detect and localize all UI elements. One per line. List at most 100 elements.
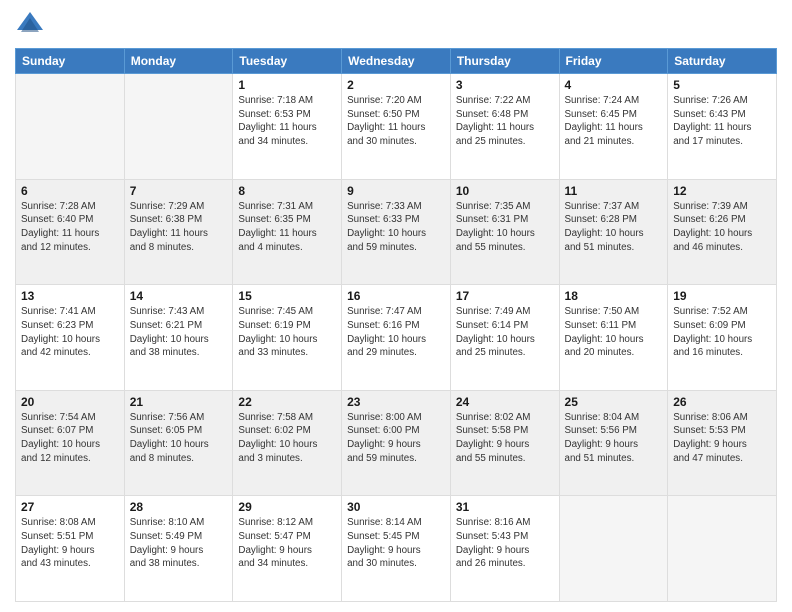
table-row: 19Sunrise: 7:52 AM Sunset: 6:09 PM Dayli…: [668, 285, 777, 391]
day-info: Sunrise: 7:50 AM Sunset: 6:11 PM Dayligh…: [565, 305, 663, 360]
calendar-week-4: 20 Sunrise: 7:54 AM Sunset: 6:07 PM Dayli…: [16, 390, 777, 496]
day-info: Sunrise: 7:24 AM Sunset: 6:45 PM Dayligh…: [565, 94, 663, 149]
table-row: 4 Sunrise: 7:24 AM Sunset: 6:45 PM Daylig…: [559, 74, 668, 180]
day-number: 20: [21, 395, 119, 409]
calendar-week-5: 27 Sunrise: 8:08 AM Sunset: 5:51 PM Dayli…: [16, 496, 777, 602]
day-info: Sunrise: 7:49 AM Sunset: 6:14 PM Dayligh…: [456, 305, 554, 360]
day-info: Sunrise: 7:22 AM Sunset: 6:48 PM Dayligh…: [456, 94, 554, 149]
day-info: Sunrise: 7:54 AM Sunset: 6:07 PM Dayligh…: [21, 411, 119, 466]
day-header-saturday: Saturday: [668, 49, 777, 74]
day-info: Sunrise: 7:37 AM Sunset: 6:28 PM Dayligh…: [565, 200, 663, 255]
day-header-sunday: Sunday: [16, 49, 125, 74]
day-header-monday: Monday: [124, 49, 233, 74]
table-row: 12Sunrise: 7:39 AM Sunset: 6:26 PM Dayli…: [668, 179, 777, 285]
table-row: 25 Sunrise: 8:04 AM Sunset: 5:56 PM Dayli…: [559, 390, 668, 496]
table-row: 30 Sunrise: 8:14 AM Sunset: 5:45 PM Dayli…: [342, 496, 451, 602]
table-row: [559, 496, 668, 602]
table-row: 10Sunrise: 7:35 AM Sunset: 6:31 PM Dayli…: [450, 179, 559, 285]
day-number: 28: [130, 500, 228, 514]
table-row: 5Sunrise: 7:26 AM Sunset: 6:43 PM Daylig…: [668, 74, 777, 180]
day-info: Sunrise: 7:31 AM Sunset: 6:35 PM Dayligh…: [238, 200, 336, 255]
table-row: 18 Sunrise: 7:50 AM Sunset: 6:11 PM Dayli…: [559, 285, 668, 391]
day-number: 6: [21, 184, 119, 198]
day-info: Sunrise: 8:02 AM Sunset: 5:58 PM Dayligh…: [456, 411, 554, 466]
day-header-tuesday: Tuesday: [233, 49, 342, 74]
table-row: 8 Sunrise: 7:31 AM Sunset: 6:35 PM Daylig…: [233, 179, 342, 285]
day-info: Sunrise: 7:41 AM Sunset: 6:23 PM Dayligh…: [21, 305, 119, 360]
day-info: Sunrise: 8:08 AM Sunset: 5:51 PM Dayligh…: [21, 516, 119, 571]
table-row: 21Sunrise: 7:56 AM Sunset: 6:05 PM Dayli…: [124, 390, 233, 496]
table-row: 2Sunrise: 7:20 AM Sunset: 6:50 PM Daylig…: [342, 74, 451, 180]
calendar-week-2: 6Sunrise: 7:28 AM Sunset: 6:40 PM Daylig…: [16, 179, 777, 285]
table-row: 16 Sunrise: 7:47 AM Sunset: 6:16 PM Dayli…: [342, 285, 451, 391]
day-info: Sunrise: 7:56 AM Sunset: 6:05 PM Dayligh…: [130, 411, 228, 466]
header: [15, 10, 777, 40]
day-number: 17: [456, 289, 554, 303]
day-number: 22: [238, 395, 336, 409]
table-row: 31 Sunrise: 8:16 AM Sunset: 5:43 PM Dayli…: [450, 496, 559, 602]
table-row: [16, 74, 125, 180]
header-row: SundayMondayTuesdayWednesdayThursdayFrid…: [16, 49, 777, 74]
day-info: Sunrise: 8:06 AM Sunset: 5:53 PM Dayligh…: [673, 411, 771, 466]
table-row: 20 Sunrise: 7:54 AM Sunset: 6:07 PM Dayli…: [16, 390, 125, 496]
table-row: 17 Sunrise: 7:49 AM Sunset: 6:14 PM Dayli…: [450, 285, 559, 391]
table-row: [124, 74, 233, 180]
day-info: Sunrise: 8:10 AM Sunset: 5:49 PM Dayligh…: [130, 516, 228, 571]
day-number: 23: [347, 395, 445, 409]
day-info: Sunrise: 7:58 AM Sunset: 6:02 PM Dayligh…: [238, 411, 336, 466]
day-info: Sunrise: 8:14 AM Sunset: 5:45 PM Dayligh…: [347, 516, 445, 571]
day-number: 7: [130, 184, 228, 198]
day-info: Sunrise: 7:47 AM Sunset: 6:16 PM Dayligh…: [347, 305, 445, 360]
table-row: 28 Sunrise: 8:10 AM Sunset: 5:49 PM Dayli…: [124, 496, 233, 602]
table-row: 13 Sunrise: 7:41 AM Sunset: 6:23 PM Dayli…: [16, 285, 125, 391]
day-number: 30: [347, 500, 445, 514]
day-number: 19: [673, 289, 771, 303]
day-number: 24: [456, 395, 554, 409]
day-number: 3: [456, 78, 554, 92]
table-row: 3 Sunrise: 7:22 AM Sunset: 6:48 PM Daylig…: [450, 74, 559, 180]
logo: [15, 10, 49, 40]
day-number: 18: [565, 289, 663, 303]
day-info: Sunrise: 8:12 AM Sunset: 5:47 PM Dayligh…: [238, 516, 336, 571]
day-number: 4: [565, 78, 663, 92]
table-row: 22 Sunrise: 7:58 AM Sunset: 6:02 PM Dayli…: [233, 390, 342, 496]
day-info: Sunrise: 7:33 AM Sunset: 6:33 PM Dayligh…: [347, 200, 445, 255]
day-info: Sunrise: 7:43 AM Sunset: 6:21 PM Dayligh…: [130, 305, 228, 360]
day-info: Sunrise: 8:16 AM Sunset: 5:43 PM Dayligh…: [456, 516, 554, 571]
day-info: Sunrise: 7:29 AM Sunset: 6:38 PM Dayligh…: [130, 200, 228, 255]
table-row: 1 Sunrise: 7:18 AM Sunset: 6:53 PM Daylig…: [233, 74, 342, 180]
day-number: 25: [565, 395, 663, 409]
day-number: 2: [347, 78, 445, 92]
day-info: Sunrise: 8:00 AM Sunset: 6:00 PM Dayligh…: [347, 411, 445, 466]
table-row: 26 Sunrise: 8:06 AM Sunset: 5:53 PM Dayli…: [668, 390, 777, 496]
table-row: 29Sunrise: 8:12 AM Sunset: 5:47 PM Dayli…: [233, 496, 342, 602]
table-row: 11 Sunrise: 7:37 AM Sunset: 6:28 PM Dayli…: [559, 179, 668, 285]
day-header-friday: Friday: [559, 49, 668, 74]
day-number: 26: [673, 395, 771, 409]
table-row: 23 Sunrise: 8:00 AM Sunset: 6:00 PM Dayli…: [342, 390, 451, 496]
day-info: Sunrise: 7:35 AM Sunset: 6:31 PM Dayligh…: [456, 200, 554, 255]
day-number: 16: [347, 289, 445, 303]
day-number: 31: [456, 500, 554, 514]
day-info: Sunrise: 8:04 AM Sunset: 5:56 PM Dayligh…: [565, 411, 663, 466]
day-info: Sunrise: 7:18 AM Sunset: 6:53 PM Dayligh…: [238, 94, 336, 149]
day-number: 14: [130, 289, 228, 303]
table-row: 24 Sunrise: 8:02 AM Sunset: 5:58 PM Dayli…: [450, 390, 559, 496]
day-number: 1: [238, 78, 336, 92]
calendar-week-1: 1 Sunrise: 7:18 AM Sunset: 6:53 PM Daylig…: [16, 74, 777, 180]
day-info: Sunrise: 7:45 AM Sunset: 6:19 PM Dayligh…: [238, 305, 336, 360]
table-row: [668, 496, 777, 602]
day-number: 8: [238, 184, 336, 198]
day-header-thursday: Thursday: [450, 49, 559, 74]
page: SundayMondayTuesdayWednesdayThursdayFrid…: [0, 0, 792, 612]
logo-icon: [15, 10, 45, 40]
day-number: 13: [21, 289, 119, 303]
day-number: 27: [21, 500, 119, 514]
day-info: Sunrise: 7:26 AM Sunset: 6:43 PM Dayligh…: [673, 94, 771, 149]
table-row: 27 Sunrise: 8:08 AM Sunset: 5:51 PM Dayli…: [16, 496, 125, 602]
table-row: 14 Sunrise: 7:43 AM Sunset: 6:21 PM Dayli…: [124, 285, 233, 391]
calendar-week-3: 13 Sunrise: 7:41 AM Sunset: 6:23 PM Dayli…: [16, 285, 777, 391]
day-number: 15: [238, 289, 336, 303]
day-number: 11: [565, 184, 663, 198]
table-row: 6Sunrise: 7:28 AM Sunset: 6:40 PM Daylig…: [16, 179, 125, 285]
